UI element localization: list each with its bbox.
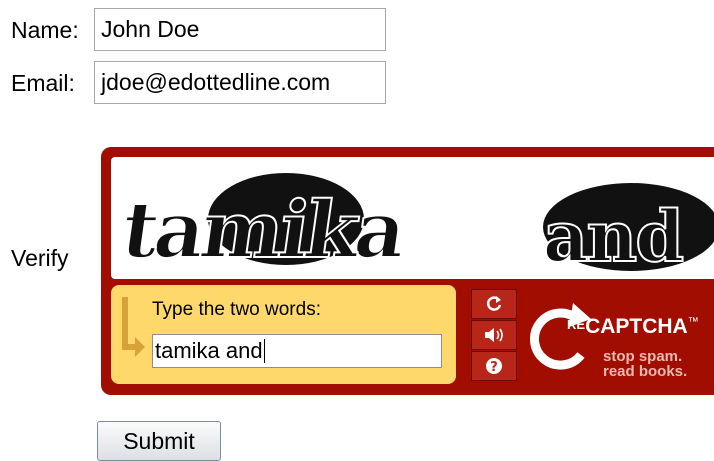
recaptcha-brand: RECAPTCHA™ bbox=[567, 315, 699, 339]
recaptcha-widget: tamika and Type the two words: tamika an… bbox=[101, 147, 714, 395]
refresh-icon bbox=[486, 296, 502, 311]
captcha-prompt: Type the two words: bbox=[152, 299, 321, 320]
text-caret bbox=[263, 339, 265, 363]
arrow-icon bbox=[122, 297, 145, 357]
recaptcha-tagline: stop spam. read books. bbox=[603, 349, 687, 379]
captcha-answer-text: tamika and bbox=[155, 338, 263, 363]
help-icon: ? bbox=[486, 358, 502, 375]
svg-text:?: ? bbox=[490, 360, 498, 375]
audio-icon bbox=[485, 328, 503, 342]
audio-button[interactable] bbox=[471, 320, 517, 350]
submit-button[interactable]: Submit bbox=[97, 421, 221, 461]
verify-label: Verify bbox=[11, 245, 69, 271]
help-button[interactable]: ? bbox=[471, 351, 517, 381]
captcha-word-1: tamika bbox=[116, 184, 410, 276]
captcha-word-2: and bbox=[543, 195, 683, 278]
tagline-line-1: stop spam. bbox=[603, 348, 683, 365]
logo-captcha: CAPTCHA bbox=[585, 315, 688, 338]
name-input[interactable]: John Doe bbox=[94, 8, 386, 51]
captcha-answer-input[interactable]: tamika and bbox=[152, 334, 442, 368]
captcha-image: tamika and bbox=[111, 157, 714, 279]
captcha-entry-panel: Type the two words: tamika and bbox=[111, 285, 456, 384]
email-label: Email: bbox=[11, 70, 75, 96]
email-input[interactable]: jdoe@edottedline.com bbox=[94, 61, 386, 104]
tagline-line-2: read books. bbox=[603, 363, 688, 380]
captcha-controls: ? bbox=[471, 289, 517, 381]
logo-re: RE bbox=[567, 317, 586, 332]
logo-tm: ™ bbox=[687, 316, 699, 328]
refresh-button[interactable] bbox=[471, 289, 517, 319]
name-label: Name: bbox=[11, 17, 79, 43]
